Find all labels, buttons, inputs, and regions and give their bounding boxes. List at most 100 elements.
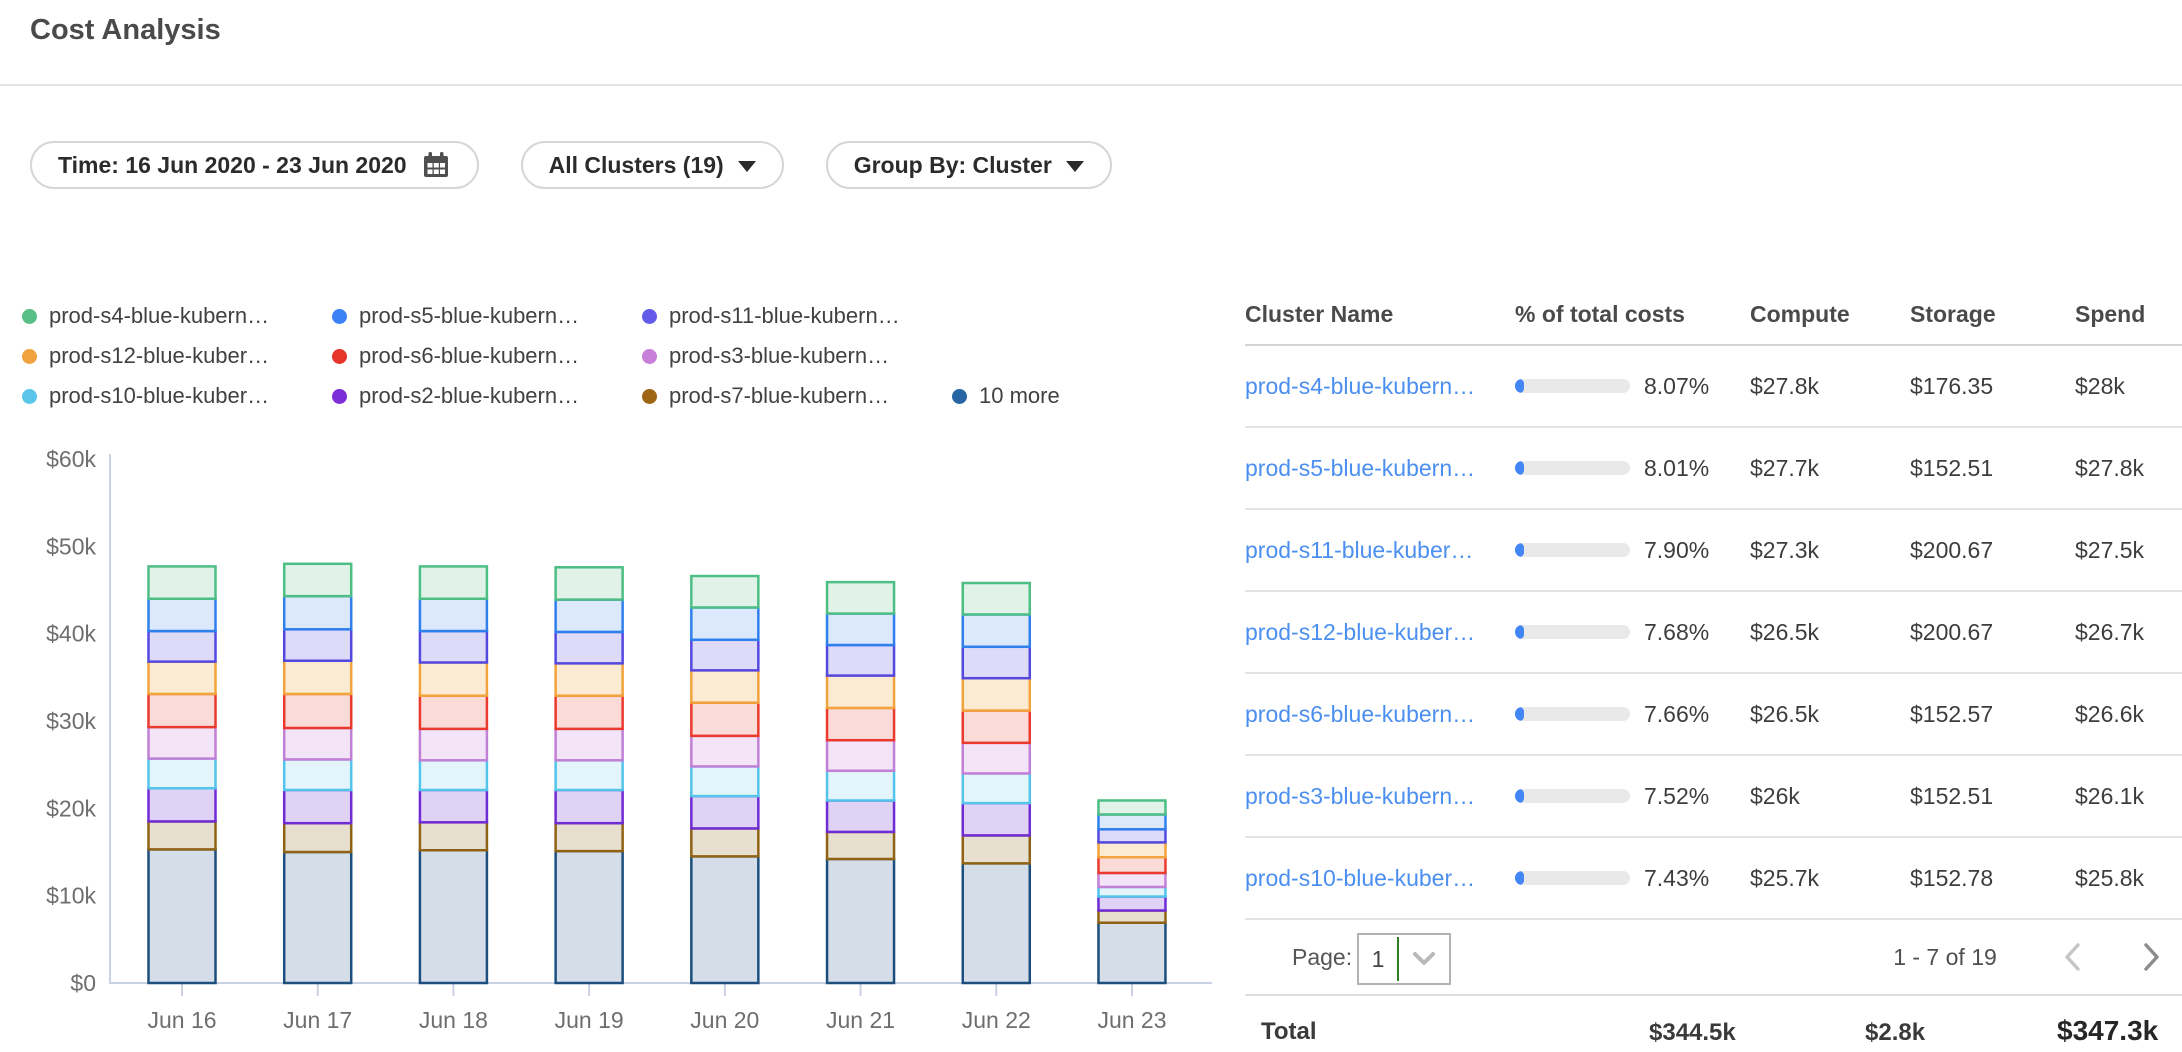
bar-segment[interactable]	[420, 696, 487, 729]
bar-segment[interactable]	[1098, 814, 1165, 829]
legend-item[interactable]: prod-s2-blue-kubern…	[332, 383, 642, 409]
bar-segment[interactable]	[420, 850, 487, 983]
bar-segment[interactable]	[149, 694, 216, 727]
bar-segment[interactable]	[149, 849, 216, 983]
bar-segment[interactable]	[963, 583, 1030, 614]
bar-segment[interactable]	[963, 863, 1030, 983]
legend-item[interactable]: prod-s4-blue-kubern…	[22, 303, 332, 329]
bar-segment[interactable]	[284, 661, 351, 694]
bar-segment[interactable]	[1098, 923, 1165, 983]
legend-item[interactable]: prod-s7-blue-kubern…	[642, 383, 952, 409]
bar-segment[interactable]	[556, 567, 623, 599]
bar-segment[interactable]	[420, 729, 487, 760]
bar-segment[interactable]	[963, 614, 1030, 646]
bar-segment[interactable]	[1098, 829, 1165, 842]
bar-segment[interactable]	[1098, 897, 1165, 911]
page-select[interactable]: 1	[1357, 933, 1451, 985]
bar-segment[interactable]	[691, 670, 758, 702]
bar-segment[interactable]	[1098, 911, 1165, 923]
bar-segment[interactable]	[691, 766, 758, 796]
bar-segment[interactable]	[691, 607, 758, 639]
cluster-name-link[interactable]: prod-s5-blue-kubern…	[1245, 455, 1475, 481]
bar-segment[interactable]	[1098, 800, 1165, 814]
bar-segment[interactable]	[1098, 842, 1165, 857]
bar-segment[interactable]	[149, 759, 216, 789]
bar-segment[interactable]	[556, 729, 623, 760]
bar-segment[interactable]	[1098, 887, 1165, 897]
legend-item[interactable]: prod-s10-blue-kuber…	[22, 383, 332, 409]
legend-item[interactable]: prod-s5-blue-kubern…	[332, 303, 642, 329]
bar-segment[interactable]	[556, 851, 623, 983]
bar-segment[interactable]	[556, 760, 623, 790]
bar-segment[interactable]	[827, 708, 894, 740]
bar-segment[interactable]	[827, 582, 894, 613]
bar-segment[interactable]	[420, 566, 487, 598]
bar-segment[interactable]	[963, 743, 1030, 774]
bar-segment[interactable]	[827, 800, 894, 831]
bar-segment[interactable]	[827, 614, 894, 645]
bar-segment[interactable]	[284, 759, 351, 790]
bar-segment[interactable]	[556, 696, 623, 729]
cluster-name-link[interactable]: prod-s6-blue-kubern…	[1245, 701, 1475, 727]
bar-segment[interactable]	[963, 773, 1030, 803]
bar-segment[interactable]	[691, 736, 758, 767]
bar-segment[interactable]	[149, 631, 216, 662]
cluster-name-link[interactable]: prod-s11-blue-kuber…	[1245, 537, 1473, 563]
bar-segment[interactable]	[149, 566, 216, 598]
bar-segment[interactable]	[284, 823, 351, 852]
next-page-button[interactable]	[2135, 940, 2169, 974]
bar-segment[interactable]	[420, 760, 487, 790]
bar-segment[interactable]	[827, 740, 894, 771]
cluster-name-link[interactable]: prod-s4-blue-kubern…	[1245, 373, 1475, 399]
legend-item[interactable]: prod-s11-blue-kubern…	[642, 303, 900, 329]
bar-segment[interactable]	[420, 599, 487, 631]
cluster-name-link[interactable]: prod-s10-blue-kuber…	[1245, 865, 1475, 891]
prev-page-button[interactable]	[2055, 940, 2089, 974]
bar-segment[interactable]	[556, 632, 623, 663]
legend-item[interactable]: prod-s12-blue-kuber…	[22, 343, 332, 369]
bar-segment[interactable]	[963, 711, 1030, 743]
bar-segment[interactable]	[963, 803, 1030, 835]
bar-segment[interactable]	[963, 647, 1030, 678]
bar-segment[interactable]	[149, 821, 216, 849]
time-range-filter[interactable]: Time: 16 Jun 2020 - 23 Jun 2020	[30, 141, 479, 189]
bar-segment[interactable]	[827, 832, 894, 859]
bar-segment[interactable]	[284, 790, 351, 823]
bar-segment[interactable]	[420, 662, 487, 695]
legend-item[interactable]: 10 more	[952, 383, 1060, 409]
bar-segment[interactable]	[827, 676, 894, 708]
cluster-name-link[interactable]: prod-s3-blue-kubern…	[1245, 783, 1475, 809]
clusters-filter-dropdown[interactable]: All Clusters (19)	[521, 141, 784, 189]
bar-segment[interactable]	[691, 828, 758, 856]
bar-segment[interactable]	[691, 640, 758, 671]
bar-segment[interactable]	[556, 663, 623, 695]
legend-item[interactable]: prod-s3-blue-kubern…	[642, 343, 889, 369]
bar-segment[interactable]	[149, 599, 216, 631]
bar-segment[interactable]	[149, 788, 216, 821]
group-by-dropdown[interactable]: Group By: Cluster	[826, 141, 1112, 189]
bar-segment[interactable]	[556, 823, 623, 851]
bar-segment[interactable]	[284, 564, 351, 596]
bar-segment[interactable]	[827, 859, 894, 983]
bar-segment[interactable]	[963, 678, 1030, 710]
bar-segment[interactable]	[691, 576, 758, 607]
bar-segment[interactable]	[420, 631, 487, 662]
bar-segment[interactable]	[284, 694, 351, 728]
bar-segment[interactable]	[827, 645, 894, 676]
bar-segment[interactable]	[963, 835, 1030, 863]
cluster-name-link[interactable]: prod-s12-blue-kuber…	[1245, 619, 1475, 645]
bar-segment[interactable]	[284, 852, 351, 983]
bar-segment[interactable]	[1098, 857, 1165, 873]
bar-segment[interactable]	[284, 629, 351, 660]
bar-segment[interactable]	[149, 727, 216, 758]
bar-segment[interactable]	[691, 703, 758, 736]
bar-segment[interactable]	[284, 596, 351, 629]
bar-segment[interactable]	[149, 662, 216, 694]
bar-segment[interactable]	[556, 790, 623, 823]
bar-segment[interactable]	[420, 790, 487, 822]
bar-segment[interactable]	[827, 771, 894, 801]
bar-segment[interactable]	[691, 796, 758, 828]
bar-segment[interactable]	[556, 600, 623, 632]
legend-item[interactable]: prod-s6-blue-kubern…	[332, 343, 642, 369]
bar-segment[interactable]	[1098, 873, 1165, 887]
